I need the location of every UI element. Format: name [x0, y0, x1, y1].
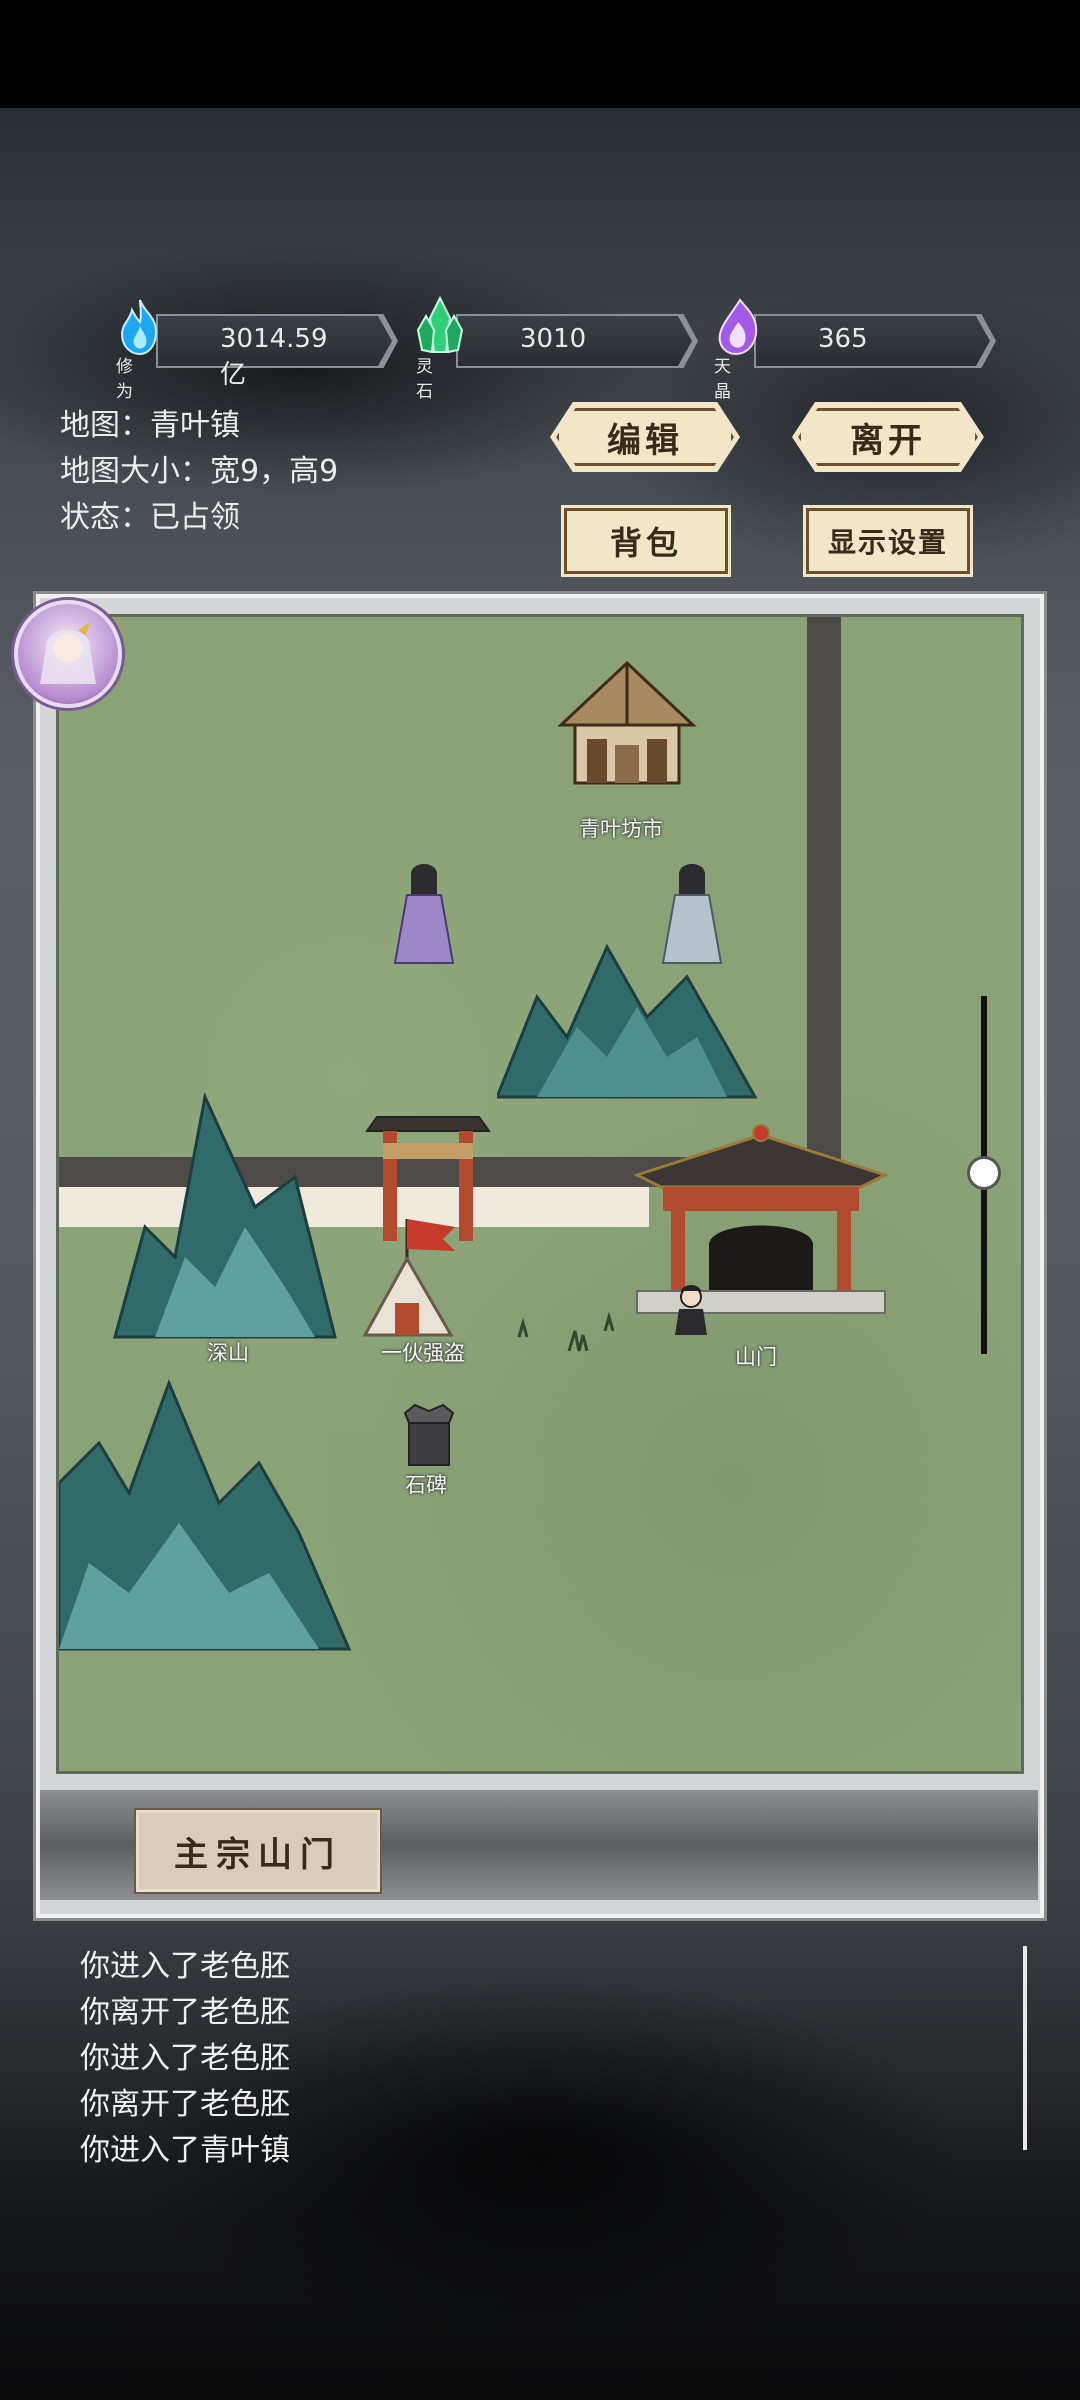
resource-value: 3010	[520, 324, 587, 354]
gate-guard	[675, 1285, 707, 1335]
player-avatar[interactable]	[14, 600, 122, 708]
map-name: 地图：青叶镇	[60, 408, 240, 443]
resource-label: 天晶	[714, 357, 731, 402]
bandit-camp-tent[interactable]	[355, 1213, 485, 1343]
gate-label: 山门	[735, 1345, 777, 1369]
bag-button[interactable]: 背包	[561, 505, 731, 577]
status-bar	[0, 0, 1080, 108]
purple-flame-icon	[718, 298, 758, 356]
log-line: 你进入了老色胚	[80, 2041, 290, 2076]
edit-button[interactable]: 编辑	[550, 402, 740, 472]
avatar-portrait-icon	[40, 622, 96, 684]
log-line: 你进入了老色胚	[80, 1949, 290, 1984]
market-building[interactable]	[555, 659, 699, 819]
map-status: 状态：已占领	[60, 500, 240, 535]
resource-label: 灵石	[416, 357, 433, 402]
deep-mountain[interactable]	[105, 1087, 345, 1347]
purple-robed-cultivator[interactable]	[389, 859, 459, 969]
map-viewport[interactable]: 青叶坊市 深山 一伙强盗 山门 石碑	[56, 614, 1024, 1774]
resource-label: 修为	[116, 357, 133, 402]
stone-tablet[interactable]	[399, 1403, 459, 1469]
stone-tablet-label: 石碑	[405, 1473, 447, 1497]
mountain-range-center	[497, 943, 757, 1099]
leave-button[interactable]: 离开	[792, 402, 984, 472]
resource-value: 3014.59亿	[220, 324, 328, 390]
log-scrollbar[interactable]	[1023, 1946, 1027, 2150]
mountain-range-lower-left	[59, 1378, 352, 1651]
display-settings-button[interactable]: 显示设置	[803, 505, 973, 577]
main-sect-gate-button[interactable]: 主宗山门	[134, 1808, 382, 1894]
deep-mountain-label: 深山	[207, 1341, 249, 1365]
log-line: 你离开了老色胚	[80, 1995, 290, 2030]
zoom-slider-knob[interactable]	[967, 1156, 1001, 1190]
event-log: 你进入了老色胚 你离开了老色胚 你进入了老色胚 你离开了老色胚 你进入了青叶镇	[80, 1944, 290, 2174]
resource-value: 365	[818, 324, 868, 354]
grass-tufts	[517, 1311, 615, 1352]
log-line: 你离开了老色胚	[80, 2087, 290, 2122]
log-line: 你进入了青叶镇	[80, 2133, 290, 2168]
resource-pill	[756, 316, 990, 366]
bandits-label: 一伙强盗	[381, 1341, 465, 1365]
blue-flame-icon	[120, 299, 158, 356]
map-size: 地图大小：宽9，高9	[60, 454, 339, 489]
road-vertical	[807, 617, 841, 1177]
market-label: 青叶坊市	[579, 817, 663, 841]
green-crystal-icon	[416, 296, 464, 354]
